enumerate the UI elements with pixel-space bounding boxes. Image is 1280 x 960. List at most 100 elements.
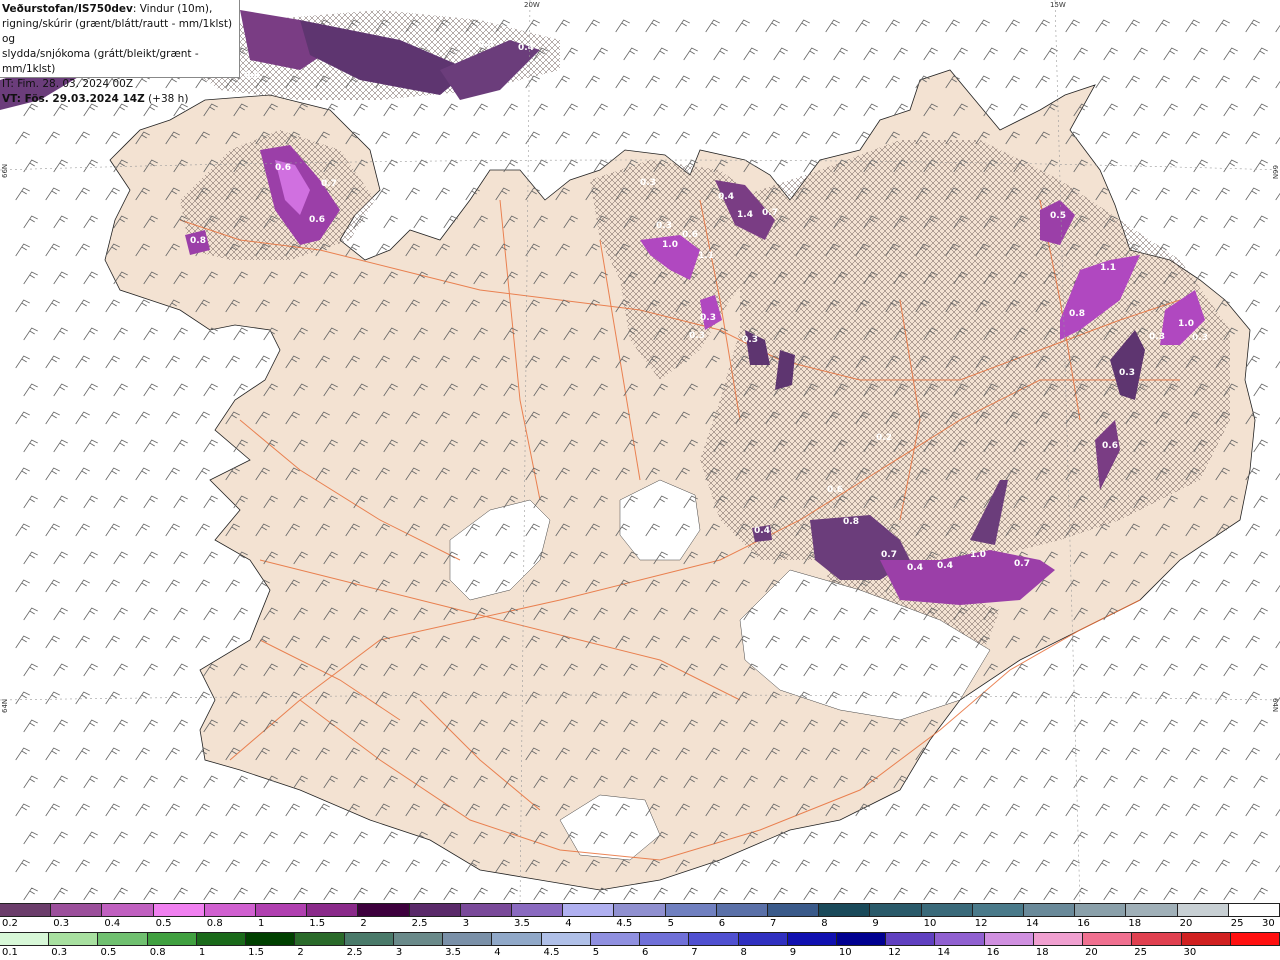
lon-label-15w: 15W [1050, 1, 1066, 9]
rain-legend-swatch [196, 933, 247, 945]
precip-value-label: 0.3 [1192, 333, 1208, 343]
precip-value-label: 0.6 [244, 71, 260, 81]
rain-legend-swatch [0, 933, 50, 945]
precip-value-label: 1.1 [698, 251, 714, 261]
snow-legend-tick-label: 1.5 [309, 918, 326, 929]
precip-value-label: 1.0 [662, 240, 678, 250]
rain-legend-swatch [295, 933, 345, 945]
snow-legend-tick-label: 16 [1077, 918, 1090, 929]
map-subtitle-rain: rigning/skúrir (grænt/blátt/rautt - mm/1… [2, 18, 233, 45]
snow-legend-swatch [358, 904, 410, 916]
precip-value-label: 0.4 [718, 192, 734, 202]
precip-value-label: 0.8 [843, 517, 859, 527]
lat-label-64n-right: 64N [1271, 698, 1279, 713]
precip-value-label: 0.5 [1050, 211, 1066, 221]
valid-time-offset: (+38 h) [144, 93, 189, 105]
snow-legend-swatch [307, 904, 359, 916]
precip-value-label: 0.4 [937, 561, 953, 571]
weather-map: 0.4 0.4 0.6 0.6 0.7 0.6 0.8 0.3 0.3 1.0 0.6 1.1 0.4 1… [0, 0, 1280, 905]
rain-legend-swatch [1132, 933, 1182, 945]
map-title: Veðurstofan/IS750dev [2, 3, 133, 15]
precip-value-label: 0.8 [190, 236, 206, 246]
rain-legend-swatch [1083, 933, 1133, 945]
rain-legend-tick-label: 5 [592, 947, 600, 958]
rain-legend-tick-label: 4.5 [543, 947, 560, 958]
precip-value-label: 0.7 [321, 179, 337, 189]
rain-legend-swatch [541, 933, 591, 945]
rain-legend-tick-label: 3.5 [445, 947, 461, 958]
rain-legend-tick-label: 0.8 [149, 947, 166, 958]
snow-legend-tick-label: 12 [974, 918, 988, 929]
precip-value-label: 0.3 [700, 313, 716, 323]
rain-legend-swatch [443, 933, 493, 945]
snow-legend-tick-label: 3.5 [514, 918, 530, 929]
snow-legend-tick-label: 20 [1179, 918, 1193, 929]
rain-legend-swatch [344, 933, 394, 945]
precip-value-label: 0.4 [518, 43, 534, 53]
rain-legend-tick-label: 0.3 [51, 947, 68, 958]
snow-legend-tick-label: 1 [258, 918, 265, 929]
map-header-box: Veðurstofan/IS750dev: Vindur (10m), rign… [0, 0, 240, 105]
snow-legend-tick-label: 0.4 [104, 918, 121, 929]
rain-legend-swatch [49, 933, 99, 945]
snow-legend-tick-label: 3 [462, 918, 470, 929]
precip-value-label: 0.7 [762, 208, 778, 218]
precip-value-label: 0.6 [1102, 441, 1118, 451]
snow-legend-swatch [563, 904, 615, 916]
rain-legend-swatch [492, 933, 542, 945]
snow-legend-swatch [1177, 904, 1229, 916]
rain-legend-tick-label: 9 [789, 947, 797, 958]
snow-legend-tick-label: 2 [360, 918, 367, 929]
lon-label-20w: 20W [524, 1, 540, 9]
precip-value-label: 0.4 [754, 526, 770, 536]
rain-legend-swatch [935, 933, 985, 945]
rain-legend-tick-label: 1 [198, 947, 206, 958]
rain-legend-tick-label: 8 [740, 947, 747, 958]
snow-legend-tick-label: 0.8 [206, 918, 223, 929]
precip-value-label: 0.6 [827, 485, 843, 495]
rain-legend-tick-label: 12 [888, 947, 901, 958]
rain-legend-tick-label: 10 [838, 947, 852, 958]
snow-legend-swatch [204, 904, 257, 916]
snow-legend-swatch [819, 904, 871, 916]
snow-legend-swatch [153, 904, 205, 916]
snow-legend-swatch [512, 904, 564, 916]
snow-legend-tick-label: 5 [667, 918, 674, 929]
map-title-rest: : Vindur (10m), [132, 3, 213, 15]
rain-legend-tick-label: 25 [1134, 947, 1148, 958]
rain-legend-tick-label: 7 [691, 947, 698, 958]
rain-legend-swatch [590, 933, 641, 945]
snow-legend-tick-label: 2.5 [411, 918, 428, 929]
snow-legend-swatch [256, 904, 308, 916]
precip-value-label: 0.6 [309, 215, 325, 225]
rain-legend-swatch [787, 933, 837, 945]
rain-legend-tick-label: 1.5 [248, 947, 265, 958]
snow-legend-swatch [921, 904, 973, 916]
lat-label-66n-right: 66N [1271, 165, 1279, 180]
rain-legend-swatch [1230, 933, 1280, 945]
rain-legend-swatch [1033, 933, 1084, 945]
rain-legend-swatch [640, 933, 690, 945]
lat-label-64n-left: 64N [1, 698, 9, 713]
snow-legend-swatch [409, 904, 461, 916]
snow-legend-tick-label: 0.2 [2, 918, 18, 929]
precip-value-label: 0.2 [876, 433, 892, 443]
precip-value-label: 1.0 [1178, 319, 1194, 329]
rain-legend-tick-label: 14 [937, 947, 951, 958]
snow-legend-swatch [972, 904, 1025, 916]
snow-legend-swatch [870, 904, 922, 916]
rain-legend-tick-label: 6 [642, 947, 649, 958]
precip-value-label: 0.3 [1119, 368, 1135, 378]
precip-value-label: 1.0 [970, 550, 986, 560]
snow-legend-tick-label: 10 [923, 918, 937, 929]
snow-legend-tick-label: 0.3 [53, 918, 70, 929]
rain-legend-tick-label: 2.5 [346, 947, 363, 958]
snow-legend-swatch [1228, 904, 1280, 916]
rain-legend-swatch [1181, 933, 1231, 945]
rain-legend-tick-label: 2 [297, 947, 304, 958]
precip-value-label: 1.1 [1100, 263, 1116, 273]
snow-legend-swatch [0, 904, 52, 916]
rain-legend-swatch [984, 933, 1034, 945]
rain-legend-swatch [689, 933, 739, 945]
snow-legend-tick-label: 7 [770, 918, 777, 929]
